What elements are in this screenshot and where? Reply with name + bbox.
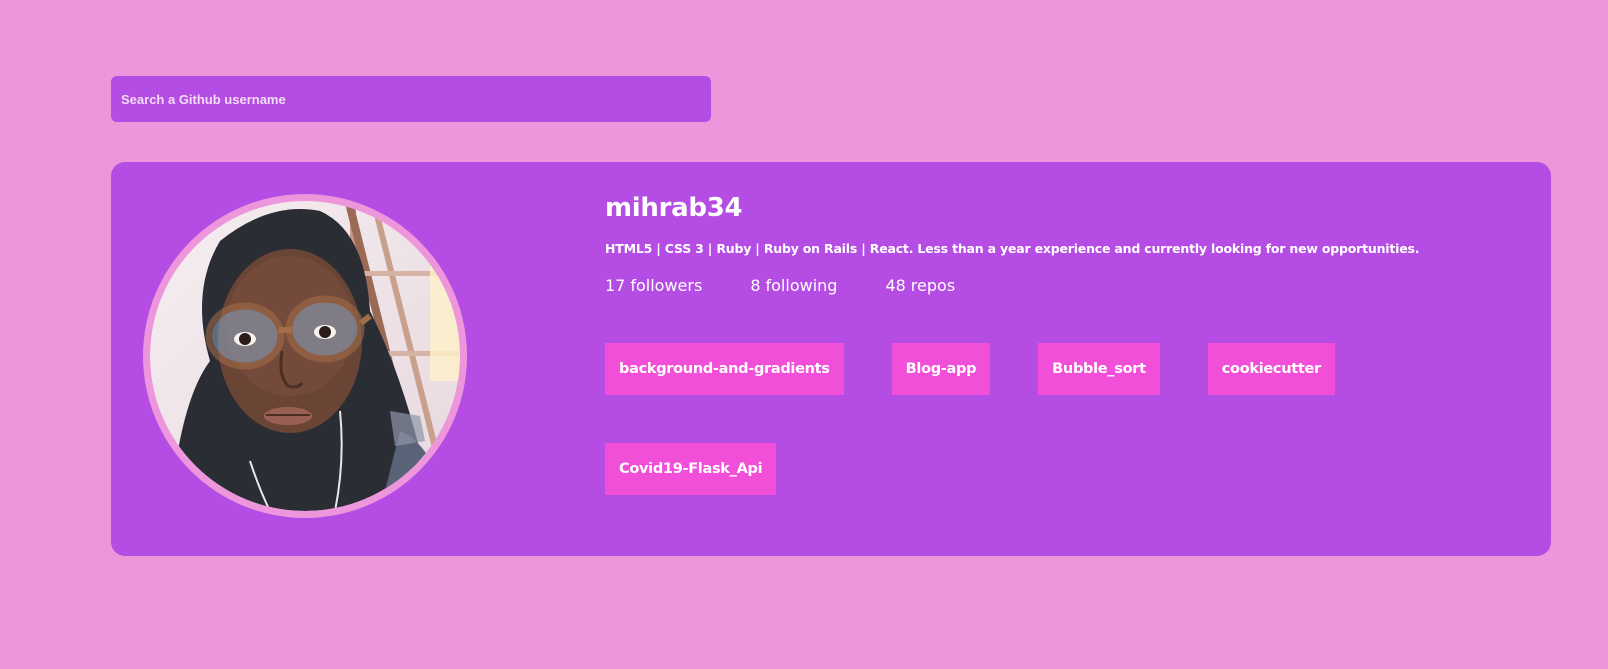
user-bio: HTML5 | CSS 3 | Ruby | Ruby on Rails | R… bbox=[605, 241, 1420, 256]
repos-stat: 48 repos bbox=[885, 275, 955, 297]
profile-card: mihrab34 HTML5 | CSS 3 | Ruby | Ruby on … bbox=[111, 162, 1551, 556]
followers-count: 17 bbox=[605, 276, 626, 295]
repo-link[interactable]: Blog-app bbox=[891, 343, 991, 395]
search-input[interactable] bbox=[111, 76, 711, 122]
repo-link[interactable]: cookiecutter bbox=[1207, 343, 1335, 395]
following-stat: 8 following bbox=[750, 275, 837, 297]
user-stats: 17 followers 8 following 48 repos bbox=[605, 275, 1525, 297]
avatar-frame bbox=[143, 194, 467, 518]
repo-link[interactable]: Bubble_sort bbox=[1038, 343, 1160, 395]
profile-info: mihrab34 HTML5 | CSS 3 | Ruby | Ruby on … bbox=[605, 190, 1525, 543]
followers-stat: 17 followers bbox=[605, 275, 702, 297]
following-label: following bbox=[765, 276, 838, 295]
repo-list: background-and-gradients Blog-app Bubble… bbox=[605, 343, 1405, 543]
avatar bbox=[150, 201, 460, 511]
username: mihrab34 bbox=[605, 193, 743, 223]
following-count: 8 bbox=[750, 276, 761, 295]
repo-link[interactable]: Covid19-Flask_Api bbox=[605, 443, 777, 495]
repo-link[interactable]: background-and-gradients bbox=[605, 343, 844, 395]
repos-label: repos bbox=[910, 276, 956, 295]
repos-count: 48 bbox=[885, 276, 906, 295]
followers-label: followers bbox=[630, 276, 703, 295]
